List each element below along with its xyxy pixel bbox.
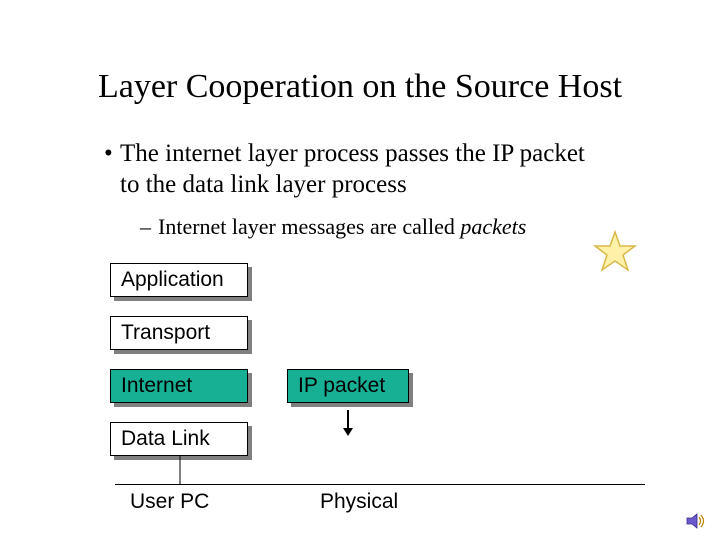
packet-box-ip: IP packet <box>287 369 409 403</box>
bullet2-text: Internet layer messages are called <box>158 214 460 239</box>
packet-label: IP packet <box>298 374 385 398</box>
label-user-pc: User PC <box>130 490 209 514</box>
horizontal-line-icon <box>115 484 645 485</box>
layer-box-internet: Internet <box>110 369 248 403</box>
bullet-dot-icon: • <box>104 138 113 169</box>
layer-label: Application <box>121 268 224 292</box>
bullet-level-1: • The internet layer process passes the … <box>120 138 660 201</box>
sound-icon <box>686 512 708 530</box>
layer-label: Internet <box>121 374 192 398</box>
slide: Layer Cooperation on the Source Host • T… <box>0 0 720 540</box>
layer-box-application: Application <box>110 263 248 297</box>
slide-title: Layer Cooperation on the Source Host <box>0 68 720 106</box>
layer-label: Data Link <box>121 427 210 451</box>
layer-box-transport: Transport <box>110 316 248 350</box>
star-icon <box>592 230 638 274</box>
layer-box-datalink: Data Link <box>110 422 248 456</box>
bullet1-line1: The internet layer process passes the IP… <box>120 140 585 167</box>
label-physical: Physical <box>320 490 398 514</box>
connector-line-icon <box>178 456 182 484</box>
bullet-level-2: – Internet layer messages are called pac… <box>158 214 638 240</box>
bullet2-italic: packets <box>460 214 526 239</box>
layer-label: Transport <box>121 321 210 345</box>
arrow-down-icon <box>340 408 356 438</box>
bullet1-line2: to the data link layer process <box>120 171 407 198</box>
bullet-dash-icon: – <box>140 214 151 240</box>
